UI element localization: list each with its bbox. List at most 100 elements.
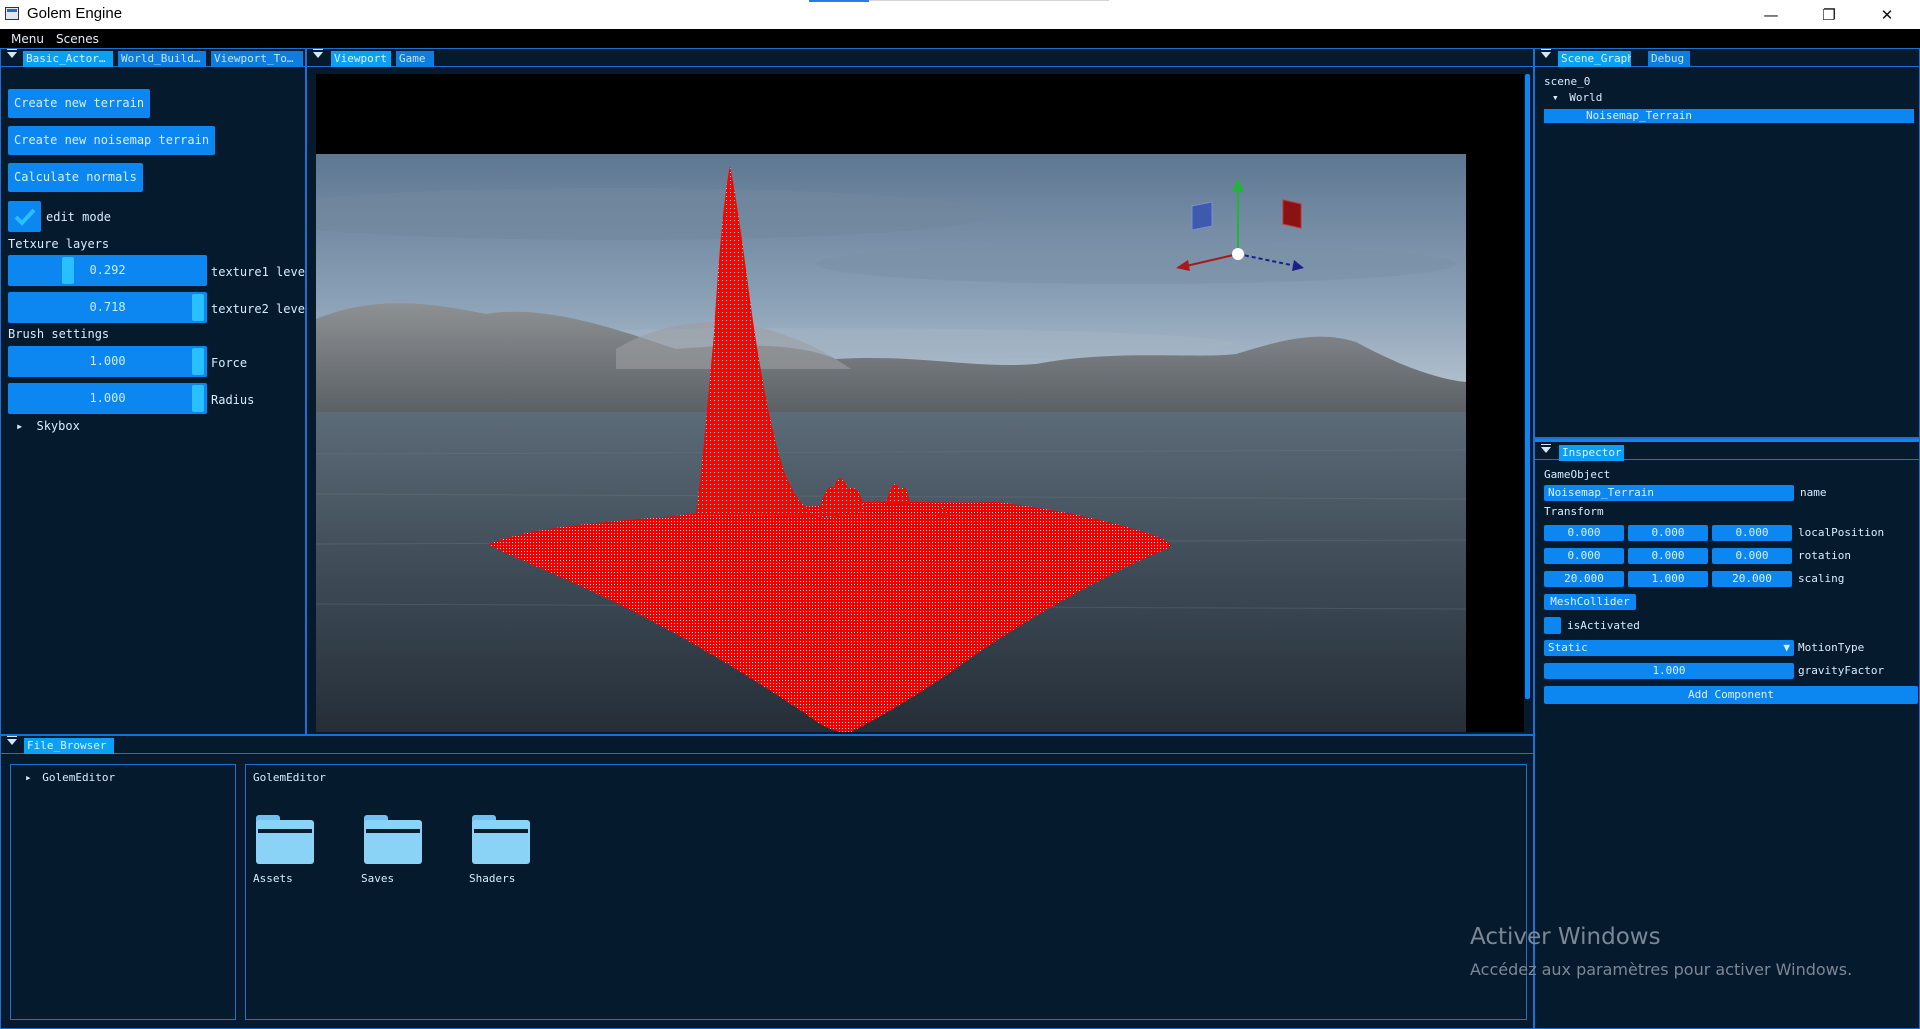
texture2-slider[interactable]: 0.718 (8, 292, 207, 323)
add-component-button[interactable]: Add Component (1544, 686, 1918, 704)
scene-graph-tabbar: Scene_Graph Debug (1535, 49, 1919, 67)
maximize-button[interactable]: ❐ (1800, 0, 1858, 29)
close-button[interactable]: ✕ (1858, 0, 1916, 29)
motion-type-select[interactable]: Static ▼ (1544, 640, 1794, 656)
scene-root-label[interactable]: scene_0 (1544, 75, 1590, 88)
menu-item-scenes[interactable]: Scenes (56, 32, 99, 46)
minimize-button[interactable]: — (1742, 0, 1800, 29)
tools-panel: Basic_Actor… World_Build… Viewport_To… C… (0, 48, 306, 735)
motion-type-label: MotionType (1798, 641, 1865, 654)
force-slider[interactable]: 1.000 (8, 346, 207, 377)
viewport-tabbar: Viewport Game (307, 49, 1533, 67)
file-browser-tabbar: File_Browser (1, 736, 1533, 754)
gizmo-plane-handle[interactable] (1191, 201, 1213, 231)
expand-arrow-icon: ▸ (16, 419, 24, 433)
create-terrain-button[interactable]: Create new terrain (8, 89, 151, 118)
folder-icon (256, 815, 314, 865)
rotation-y[interactable]: 0.000 (1628, 548, 1708, 564)
slider-value: 0.718 (89, 300, 126, 314)
rotation-z[interactable]: 0.000 (1712, 548, 1792, 564)
file-browser-panel: File_Browser ▸ GolemEditor GolemEditor A… (0, 735, 1534, 1029)
local-position-z[interactable]: 0.000 (1712, 525, 1792, 541)
window-title: Golem Engine (27, 5, 123, 22)
collapse-arrow-icon[interactable] (313, 49, 323, 58)
current-path: GolemEditor (253, 771, 326, 784)
inspector-tabbar: Inspector (1535, 439, 1919, 461)
local-position-label: localPosition (1798, 526, 1885, 539)
collapse-arrow-icon[interactable] (1541, 444, 1551, 453)
is-activated-label: isActivated (1567, 619, 1640, 632)
title-bar: Golem Engine — ❐ ✕ (0, 0, 1920, 29)
collapse-arrow-icon[interactable] (1541, 49, 1551, 58)
menu-item-menu[interactable]: Menu (11, 32, 44, 46)
tab-debug[interactable]: Debug (1648, 51, 1690, 67)
gizmo-z-axis[interactable] (1237, 253, 1297, 267)
is-activated-checkbox[interactable] (1544, 617, 1561, 634)
folder-label: Shaders (469, 872, 516, 885)
world-tree-node[interactable]: ▾ World (1552, 91, 1602, 104)
mesh-collider-header[interactable]: MeshCollider (1544, 594, 1636, 610)
folder-contents: GolemEditor Assets Saves Shaders (245, 764, 1527, 1020)
golem-editor-tree-node[interactable]: ▸ GolemEditor (25, 771, 115, 784)
gizmo-z-arrow-icon (1292, 260, 1304, 271)
name-label: name (1800, 486, 1827, 499)
brush-settings-heading: Brush settings (8, 327, 110, 341)
gizmo-x-axis[interactable] (1185, 253, 1239, 267)
force-label: Force (211, 356, 248, 370)
selected-node-highlight[interactable]: Noisemap_Terrain (1544, 109, 1914, 123)
slider-value: 1.000 (89, 391, 126, 405)
tab-file-browser[interactable]: File_Browser (24, 738, 114, 754)
transform-heading: Transform (1544, 505, 1604, 518)
calculate-normals-button[interactable]: Calculate normals (8, 163, 143, 192)
tab-inspector[interactable]: Inspector (1559, 445, 1624, 461)
scaling-x[interactable]: 20.000 (1544, 571, 1624, 587)
gizmo-y-arrow-icon (1232, 178, 1244, 192)
expand-arrow-icon: ▾ (1552, 91, 1559, 104)
scaling-z[interactable]: 20.000 (1712, 571, 1792, 587)
gizmo-x-arrow-icon (1176, 260, 1190, 271)
texture-layers-heading: Tetxure layers (8, 237, 110, 251)
cloud (816, 244, 1456, 284)
golem-editor-label: GolemEditor (42, 771, 116, 784)
gameobject-heading: GameObject (1544, 468, 1611, 481)
scene-graph-panel: Scene_Graph Debug scene_0 ▾ World Noisem… (1534, 48, 1920, 438)
radius-slider[interactable]: 1.000 (8, 383, 207, 414)
tab-world-build[interactable]: World_Build… (118, 51, 206, 67)
rotation-x[interactable]: 0.000 (1544, 548, 1624, 564)
world-label: World (1569, 91, 1603, 104)
tab-scene-graph[interactable]: Scene_Graph (1558, 51, 1631, 67)
gravity-factor-input[interactable]: 1.000 (1544, 663, 1794, 679)
viewport-canvas[interactable] (316, 74, 1524, 732)
collapse-arrow-icon[interactable] (7, 49, 17, 58)
collapse-arrow-icon[interactable] (7, 736, 17, 745)
skybox-label: Skybox (36, 419, 80, 433)
tab-viewport[interactable]: Viewport (331, 51, 391, 67)
name-input[interactable]: Noisemap_Terrain (1544, 485, 1794, 501)
tab-viewport-tools[interactable]: Viewport_To… (211, 51, 303, 67)
gizmo-center[interactable] (1232, 248, 1244, 260)
skybox-tree-node[interactable]: ▸ Skybox (16, 419, 80, 433)
create-noisemap-terrain-button[interactable]: Create new noisemap terrain (8, 126, 216, 155)
checkmark-icon (14, 208, 36, 226)
folder-label: Assets (253, 872, 293, 885)
slider-value: 0.292 (89, 263, 126, 277)
noisemap-terrain-node: Noisemap_Terrain (1586, 109, 1692, 122)
rotation-label: rotation (1798, 549, 1851, 562)
tab-game[interactable]: Game (396, 51, 434, 67)
texture1-label: texture1 leve (211, 265, 305, 279)
scaling-label: scaling (1798, 572, 1845, 585)
gizmo-plane-handle[interactable] (1282, 199, 1302, 229)
local-position-y[interactable]: 0.000 (1628, 525, 1708, 541)
scaling-y[interactable]: 1.000 (1628, 571, 1708, 587)
radius-label: Radius (211, 393, 255, 407)
edit-mode-checkbox[interactable] (8, 201, 41, 232)
gravity-factor-label: gravityFactor (1798, 664, 1885, 677)
taskbar-divider (869, 0, 1109, 1)
transform-gizmo[interactable] (1176, 174, 1326, 294)
viewport-scrollbar[interactable] (1525, 74, 1530, 699)
local-position-x[interactable]: 0.000 (1544, 525, 1624, 541)
activation-watermark-title: Activer Windows (1470, 924, 1661, 950)
texture1-slider[interactable]: 0.292 (8, 255, 207, 286)
folder-icon (472, 815, 530, 865)
tab-basic-actor[interactable]: Basic_Actor… (23, 51, 113, 67)
